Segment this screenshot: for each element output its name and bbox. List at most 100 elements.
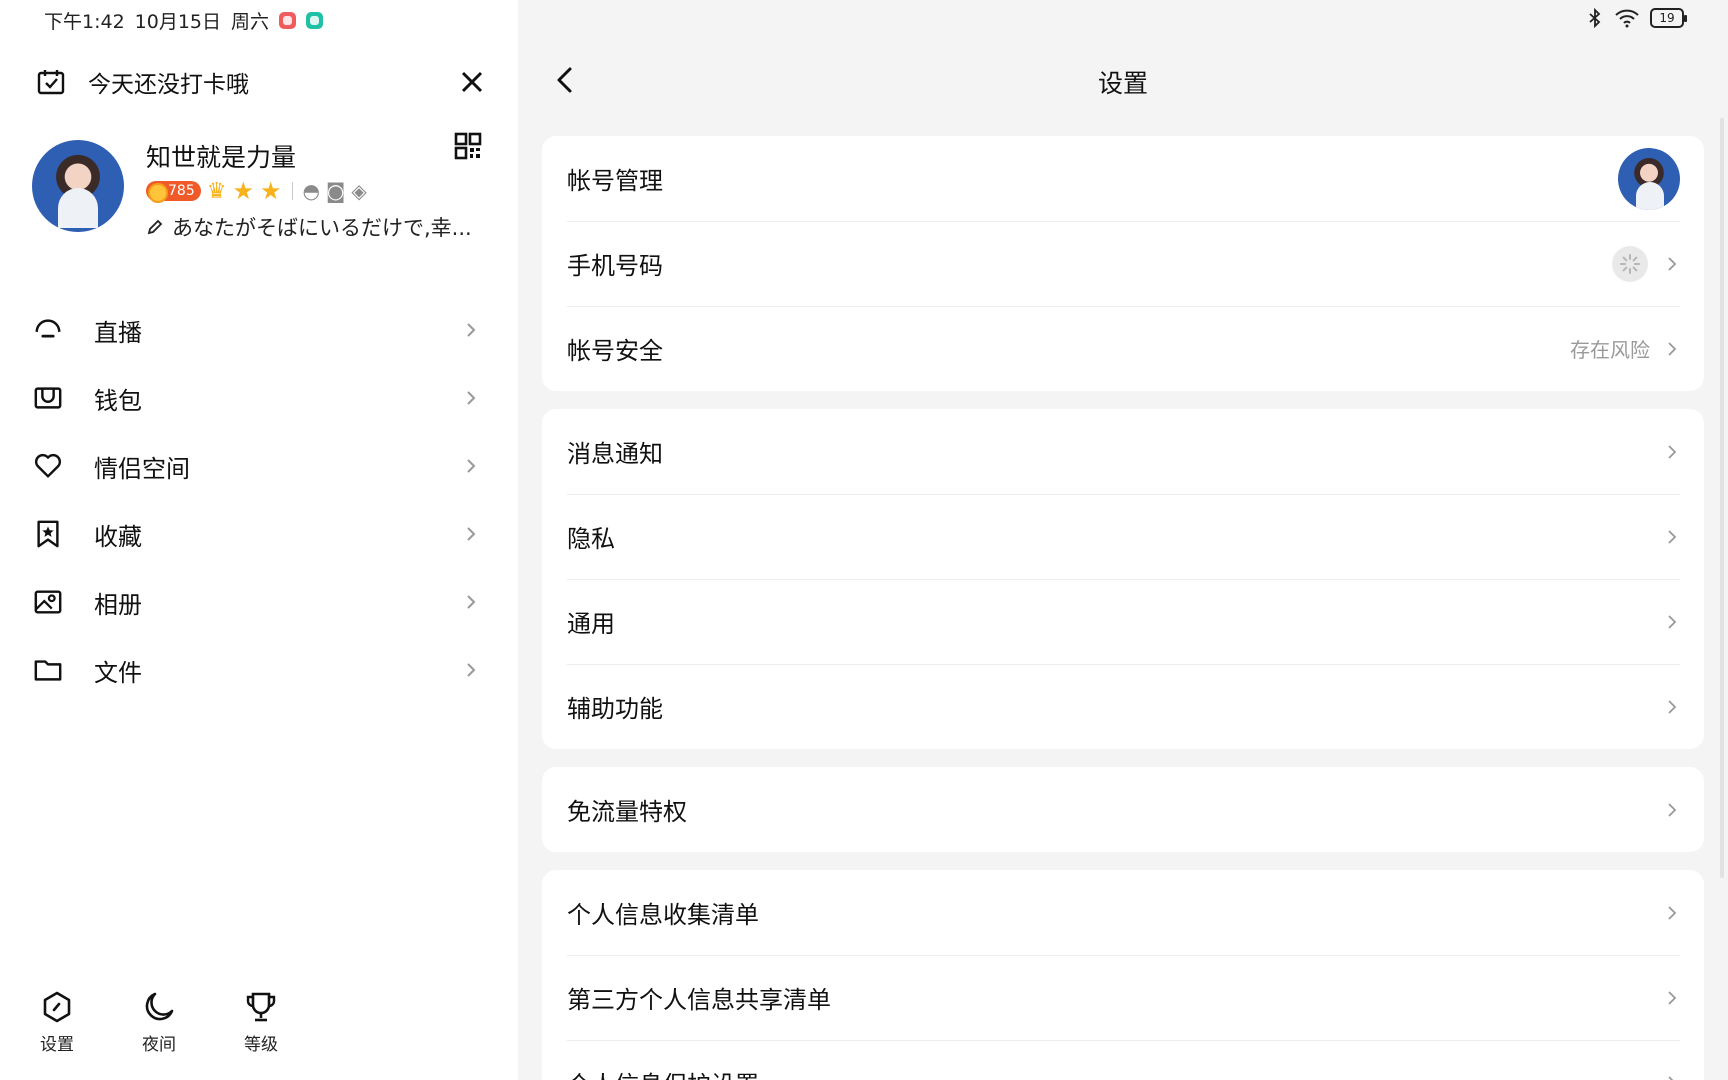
coin-badge: 785 — [146, 181, 201, 203]
row-general[interactable]: 通用 — [542, 579, 1704, 664]
chevron-right-icon — [1668, 990, 1677, 1005]
row-label: 免流量特权 — [567, 798, 687, 826]
penguin-icon: ◓ — [302, 179, 320, 203]
settings-group-data-plan: 免流量特权 — [542, 767, 1704, 852]
settings-group-account: 帐号管理 手机号码 帐号安全 存在风险 — [542, 136, 1704, 391]
level-button[interactable]: 等级 — [234, 990, 288, 1055]
qr-code-icon[interactable] — [454, 132, 482, 160]
menu-item-live[interactable]: 直播 — [32, 296, 488, 364]
row-accessibility[interactable]: 辅助功能 — [542, 664, 1704, 749]
trophy-icon — [246, 992, 276, 1022]
side-drawer: 下午1:42 10月15日 周六 今天还没打卡哦 知世就是力量 785 ♛ ★ … — [0, 0, 518, 1080]
status-time: 下午1:42 — [44, 10, 125, 33]
star-icon: ★ — [259, 177, 282, 205]
row-notifications[interactable]: 消息通知 — [542, 409, 1704, 494]
folder-icon — [34, 660, 62, 681]
row-info-protection-settings[interactable]: 个人信息保护设置 — [542, 1040, 1704, 1080]
chevron-right-icon — [1668, 256, 1677, 271]
menu-item-wallet[interactable]: 钱包 — [32, 364, 488, 432]
scrollbar[interactable] — [1720, 118, 1724, 878]
page-title: 设置 — [1097, 69, 1148, 98]
menu-item-favorites[interactable]: 收藏 — [32, 500, 488, 568]
star-icon: ★ — [232, 177, 254, 205]
menu-label: 钱包 — [94, 386, 142, 415]
chevron-right-icon — [467, 323, 476, 337]
menu-label: 直播 — [94, 318, 142, 347]
motto-text: あなたがそばにいるだけで,幸... — [172, 216, 472, 240]
chevron-right-icon — [1668, 905, 1677, 920]
row-label: 消息通知 — [567, 440, 663, 468]
menu-label: 情侣空间 — [94, 454, 190, 483]
settings-header: 设置 — [518, 50, 1728, 110]
menu-item-album[interactable]: 相册 — [32, 568, 488, 636]
avatar — [1618, 147, 1680, 210]
drawer-bottom-bar: 设置 夜间 等级 — [30, 990, 288, 1055]
status-weekday: 周六 — [231, 10, 270, 33]
settings-group-general: 消息通知 隐私 通用 辅助功能 — [542, 409, 1704, 749]
profile-badges[interactable]: 785 ♛ ★ ★ ◓ ◙ ◈ — [146, 178, 367, 204]
chevron-right-icon — [467, 527, 476, 541]
row-account-management[interactable]: 帐号管理 — [542, 136, 1704, 221]
wallet-icon — [34, 387, 62, 409]
status-date: 10月15日 — [134, 10, 222, 33]
menu-label: 收藏 — [94, 522, 142, 551]
moon-icon — [145, 992, 174, 1021]
row-third-party-sharing-list[interactable]: 第三方个人信息共享清单 — [542, 955, 1704, 1040]
row-label: 第三方个人信息共享清单 — [567, 986, 831, 1014]
row-label: 个人信息收集清单 — [567, 901, 759, 929]
night-label: 夜间 — [142, 1035, 176, 1055]
live-icon — [35, 319, 61, 338]
battery-icon: 19 — [1650, 8, 1687, 28]
menu-item-couple-space[interactable]: 情侣空间 — [32, 432, 488, 500]
profile-card[interactable]: 知世就是力量 785 ♛ ★ ★ ◓ ◙ ◈ あなたがそばにいるだけで,幸... — [32, 132, 492, 240]
row-privacy[interactable]: 隐私 — [542, 494, 1704, 579]
drawer-menu: 直播 钱包 情侣空间 收藏 相册 文件 — [32, 296, 488, 704]
chevron-right-icon — [467, 391, 476, 405]
checkin-banner[interactable]: 今天还没打卡哦 — [36, 64, 486, 100]
crown-icon: ♛ — [206, 178, 227, 204]
close-icon[interactable] — [458, 68, 486, 96]
divider — [291, 182, 293, 200]
settings-hex-icon — [43, 991, 71, 1023]
night-mode-button[interactable]: 夜间 — [132, 990, 186, 1055]
screen: 下午1:42 10月15日 周六 今天还没打卡哦 知世就是力量 785 ♛ ★ … — [0, 0, 1728, 1080]
row-phone-number[interactable]: 手机号码 — [542, 221, 1704, 306]
settings-page: 19 设置 帐号管理 手机号码 帐号安全 存在风险 消息通知 隐私 通用 辅助功… — [518, 0, 1728, 1080]
status-bar-right: 19 — [1586, 8, 1687, 28]
badge-icon: ◈ — [351, 179, 367, 203]
settings-button[interactable]: 设置 — [30, 990, 84, 1055]
avatar[interactable] — [32, 140, 124, 232]
level-label: 等级 — [244, 1035, 278, 1055]
row-label: 帐号安全 — [567, 337, 663, 365]
menu-label: 文件 — [94, 658, 142, 687]
row-label: 辅助功能 — [567, 695, 663, 723]
chevron-right-icon — [1668, 341, 1677, 356]
settings-label: 设置 — [40, 1035, 74, 1055]
bluetooth-icon — [1589, 8, 1601, 28]
pencil-icon — [147, 219, 163, 235]
risk-status: 存在风险 — [1570, 338, 1650, 362]
row-label: 帐号管理 — [567, 167, 663, 195]
menu-item-files[interactable]: 文件 — [32, 636, 488, 704]
status-bar-left: 下午1:42 10月15日 周六 — [44, 8, 324, 33]
row-account-security[interactable]: 帐号安全 存在风险 — [542, 306, 1704, 391]
profile-name: 知世就是力量 — [146, 143, 297, 172]
row-label: 隐私 — [567, 525, 615, 553]
row-label: 手机号码 — [567, 252, 663, 280]
row-free-data[interactable]: 免流量特权 — [542, 767, 1704, 852]
chevron-right-icon — [1668, 802, 1677, 817]
settings-group-personal-info: 个人信息收集清单 第三方个人信息共享清单 个人信息保护设置 — [542, 870, 1704, 1080]
checkin-text: 今天还没打卡哦 — [88, 72, 249, 98]
row-label: 个人信息保护设置 — [567, 1065, 1664, 1080]
menu-label: 相册 — [94, 590, 142, 619]
calendar-check-icon — [37, 70, 65, 95]
chevron-right-icon — [1668, 529, 1677, 544]
chevron-right-icon — [467, 595, 476, 609]
motto-row[interactable]: あなたがそばにいるだけで,幸... — [146, 212, 472, 242]
chevron-right-icon — [1668, 614, 1677, 629]
wifi-icon — [1615, 9, 1639, 28]
row-label: 通用 — [567, 610, 615, 638]
bookmark-star-icon — [37, 520, 59, 548]
album-icon — [34, 590, 62, 614]
row-info-collection-list[interactable]: 个人信息收集清单 — [542, 870, 1704, 955]
